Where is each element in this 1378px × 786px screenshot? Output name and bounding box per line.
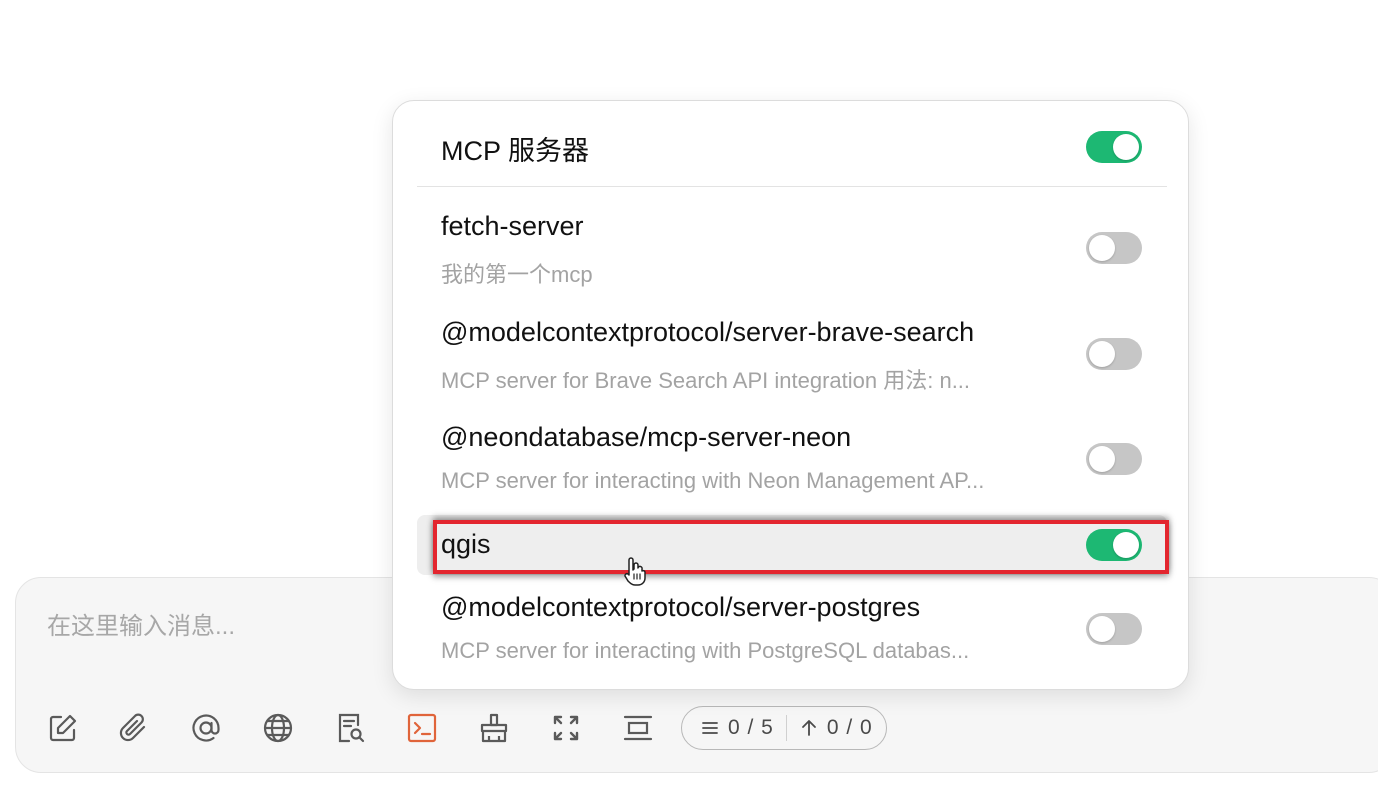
server-description: 我的第一个mcp	[441, 262, 593, 287]
mcp-popup-header: MCP 服务器	[417, 101, 1167, 187]
server-row-neon[interactable]: @neondatabase/mcp-server-neon MCP server…	[417, 412, 1167, 512]
server-name: @neondatabase/mcp-server-neon	[441, 422, 852, 452]
token-count[interactable]: 0 / 0	[799, 716, 873, 740]
message-count-value: 0 / 5	[728, 716, 774, 739]
hand-cursor-icon	[624, 557, 646, 586]
usage-counter: 0 / 5 0 / 0	[681, 706, 887, 750]
mcp-server-popup: MCP 服务器 fetch-server 我的第一个mcp @modelcont…	[392, 100, 1189, 690]
server-toggle[interactable]	[1086, 338, 1142, 370]
server-description: MCP server for interacting with PostgreS…	[441, 638, 970, 663]
terminal-icon[interactable]	[402, 708, 442, 748]
server-row-postgres[interactable]: @modelcontextprotocol/server-postgres MC…	[417, 582, 1167, 682]
server-name: fetch-server	[441, 211, 584, 241]
server-name: @modelcontextprotocol/server-postgres	[441, 592, 921, 622]
row-hover-highlight	[417, 515, 1167, 575]
mcp-popup-title: MCP 服务器	[441, 136, 590, 166]
server-row-brave-search[interactable]: @modelcontextprotocol/server-brave-searc…	[417, 307, 1167, 407]
server-toggle[interactable]	[1086, 232, 1142, 264]
server-toggle[interactable]	[1086, 529, 1142, 561]
server-toggle[interactable]	[1086, 613, 1142, 645]
server-description: MCP server for Brave Search API integrat…	[441, 368, 971, 393]
mention-icon[interactable]	[186, 708, 226, 748]
collapse-icon[interactable]	[618, 708, 658, 748]
web-search-icon[interactable]	[258, 708, 298, 748]
toggle-knob	[1089, 446, 1115, 472]
mcp-master-toggle[interactable]	[1086, 131, 1142, 163]
server-row-qgis[interactable]: qgis	[417, 515, 1167, 575]
toggle-knob	[1113, 134, 1139, 160]
toggle-knob	[1089, 341, 1115, 367]
attach-icon[interactable]	[114, 708, 154, 748]
arrow-up-icon	[801, 720, 816, 736]
toggle-knob	[1089, 616, 1115, 642]
expand-icon[interactable]	[546, 708, 586, 748]
token-count-value: 0 / 0	[826, 716, 873, 739]
server-description: MCP server for interacting with Neon Man…	[441, 468, 985, 493]
toggle-knob	[1113, 532, 1139, 558]
counter-divider	[785, 715, 787, 741]
document-search-icon[interactable]	[330, 708, 370, 748]
toggle-knob	[1089, 235, 1115, 261]
server-name: @modelcontextprotocol/server-brave-searc…	[441, 317, 975, 347]
message-count[interactable]: 0 / 5	[700, 716, 774, 740]
server-name: qgis	[441, 529, 491, 559]
server-toggle[interactable]	[1086, 443, 1142, 475]
server-row-fetch-server[interactable]: fetch-server 我的第一个mcp	[417, 201, 1167, 301]
new-chat-icon[interactable]	[43, 708, 83, 748]
clear-icon[interactable]	[474, 708, 514, 748]
list-icon	[702, 722, 718, 734]
